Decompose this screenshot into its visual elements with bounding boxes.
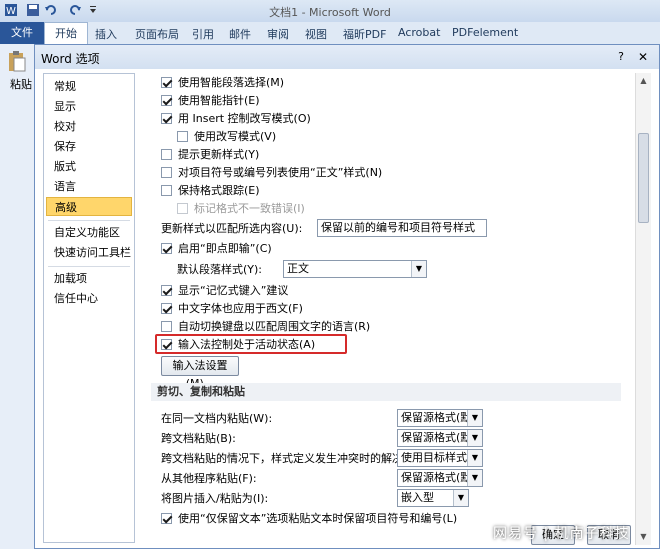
checkbox[interactable] — [161, 185, 172, 196]
chevron-down-icon[interactable]: ▼ — [467, 410, 482, 426]
tab-insert[interactable]: 插入 — [95, 26, 117, 42]
paste-row-label: 将图片插入/粘贴为(I): — [161, 492, 269, 505]
option-label: 显示“记忆式键入”建议 — [178, 284, 289, 297]
checkbox[interactable] — [161, 285, 172, 296]
option-label: 标记格式不一致错误(I) — [194, 202, 305, 215]
paste-row-select[interactable]: 嵌入型 ▼ — [397, 489, 469, 507]
checkbox[interactable] — [161, 77, 172, 88]
word-options-dialog: Word 选项 ? ✕ 常规 显示 校对 保存 版式 语言 高级 自定义功能区 … — [34, 44, 660, 549]
checkbox[interactable] — [161, 167, 172, 178]
default-paragraph-style-label: 默认段落样式(Y): — [177, 263, 263, 276]
nav-divider — [48, 220, 130, 221]
ribbon-tabs: 文件 开始 插入 页面布局 引用 邮件 审阅 视图 福昕PDF Acrobat … — [0, 22, 660, 45]
tab-acrobat[interactable]: Acrobat — [398, 26, 440, 39]
chevron-down-icon[interactable]: ▼ — [467, 470, 482, 486]
options-nav: 常规 显示 校对 保存 版式 语言 高级 自定义功能区 快速访问工具栏 加载项 … — [43, 73, 135, 543]
tab-view[interactable]: 视图 — [305, 26, 327, 42]
option-label: 中文字体也应用于西文(F) — [178, 302, 303, 315]
tab-mailings[interactable]: 邮件 — [229, 26, 251, 42]
update-style-label: 更新样式以匹配所选内容(U): — [161, 222, 303, 235]
checkbox[interactable] — [161, 95, 172, 106]
option-label: 提示更新样式(Y) — [178, 148, 260, 161]
chevron-down-icon[interactable]: ▼ — [467, 450, 482, 466]
tab-foxit-pdf[interactable]: 福昕PDF — [343, 26, 386, 42]
scroll-down-icon[interactable]: ▼ — [636, 529, 651, 545]
checkbox[interactable] — [161, 321, 172, 332]
nav-item-general[interactable]: 常规 — [46, 77, 132, 96]
dialog-title: Word 选项 — [41, 52, 100, 66]
option-label: 使用智能段落选择(M) — [178, 76, 285, 89]
checkbox — [177, 203, 188, 214]
paste-row-select[interactable]: 保留源格式(默认) ▼ — [397, 429, 483, 447]
scroll-thumb[interactable] — [638, 133, 649, 223]
paste-row-label: 跨文档粘贴(B): — [161, 432, 236, 445]
option-label: 使用“仅保留文本”选项粘贴文本时保留项目符号和编号(L) — [178, 512, 458, 525]
nav-item-customize-ribbon[interactable]: 自定义功能区 — [46, 223, 132, 242]
close-icon[interactable]: ✕ — [635, 49, 651, 65]
tab-file[interactable]: 文件 — [0, 22, 44, 44]
watermark: 网易号 | 机南子科技 — [493, 526, 630, 542]
paste-row-select[interactable]: 保留源格式(默认) ▼ — [397, 469, 483, 487]
title-bar: W 文档1 - Microsoft Word — [0, 0, 660, 22]
nav-item-save[interactable]: 保存 — [46, 137, 132, 156]
paste-row-label: 在同一文档内粘贴(W): — [161, 412, 273, 425]
scroll-up-icon[interactable]: ▲ — [636, 73, 651, 89]
update-style-value: 保留以前的编号和项目符号样式 — [321, 221, 475, 234]
help-icon[interactable]: ? — [613, 49, 629, 65]
option-label: 使用智能指针(E) — [178, 94, 260, 107]
option-label: 用 Insert 控制改写模式(O) — [178, 112, 311, 125]
section-header-cut-copy-paste: 剪切、复制和粘贴 — [151, 383, 621, 401]
default-paragraph-style-select[interactable]: 正文 ▼ — [283, 260, 427, 278]
nav-item-display[interactable]: 显示 — [46, 97, 132, 116]
paste-row-select[interactable]: 使用目标样式(默认) ▼ — [397, 449, 483, 467]
checkbox[interactable] — [161, 243, 172, 254]
ime-settings-button[interactable]: 输入法设置(M)... — [161, 356, 239, 390]
tab-review[interactable]: 审阅 — [267, 26, 289, 42]
nav-divider — [48, 266, 130, 267]
checkbox[interactable] — [161, 113, 172, 124]
checkbox[interactable] — [161, 303, 172, 314]
dialog-title-bar: Word 选项 ? ✕ — [35, 45, 659, 69]
checkbox[interactable] — [161, 149, 172, 160]
nav-item-quick-access-toolbar[interactable]: 快速访问工具栏 — [46, 243, 132, 262]
option-label: 自动切换键盘以匹配周围文字的语言(R) — [178, 320, 371, 333]
tab-page-layout[interactable]: 页面布局 — [135, 26, 179, 42]
option-label: 启用“即点即输”(C) — [178, 242, 272, 255]
paste-row-label: 从其他程序粘贴(F): — [161, 472, 257, 485]
options-scrollbar[interactable]: ▲ ▼ — [635, 73, 651, 545]
advanced-options-panel: 使用智能段落选择(M) 使用智能指针(E) 用 Insert 控制改写模式(O)… — [141, 73, 651, 545]
nav-item-proofing[interactable]: 校对 — [46, 117, 132, 136]
nav-item-add-ins[interactable]: 加载项 — [46, 269, 132, 288]
tab-pdfelement[interactable]: PDFelement — [452, 26, 518, 39]
option-label: 保持格式跟踪(E) — [178, 184, 260, 197]
paste-row-value: 嵌入型 — [401, 491, 434, 504]
nav-item-language[interactable]: 语言 — [46, 177, 132, 196]
chevron-down-icon[interactable]: ▼ — [467, 430, 482, 446]
checkbox[interactable] — [161, 513, 172, 524]
default-paragraph-style-value: 正文 — [287, 262, 309, 275]
chevron-down-icon[interactable]: ▼ — [411, 261, 426, 277]
option-label: 使用改写模式(V) — [194, 130, 277, 143]
paste-label[interactable]: 粘贴 — [10, 76, 32, 92]
checkbox[interactable] — [177, 131, 188, 142]
highlight-box — [155, 334, 347, 354]
update-style-select[interactable]: 保留以前的编号和项目符号样式 — [317, 219, 487, 237]
paste-icon[interactable] — [8, 50, 26, 72]
paste-row-select[interactable]: 保留源格式(默认) ▼ — [397, 409, 483, 427]
nav-item-advanced[interactable]: 高级 — [46, 197, 132, 216]
ribbon-clipboard-group: 粘贴 — [0, 44, 34, 549]
option-label: 对项目符号或编号列表使用“正文”样式(N) — [178, 166, 383, 179]
tab-references[interactable]: 引用 — [192, 26, 214, 42]
nav-item-trust-center[interactable]: 信任中心 — [46, 289, 132, 308]
app-title: 文档1 - Microsoft Word — [269, 6, 391, 19]
chevron-down-icon[interactable]: ▼ — [453, 490, 468, 506]
nav-item-layout[interactable]: 版式 — [46, 157, 132, 176]
tab-home[interactable]: 开始 — [44, 22, 88, 44]
